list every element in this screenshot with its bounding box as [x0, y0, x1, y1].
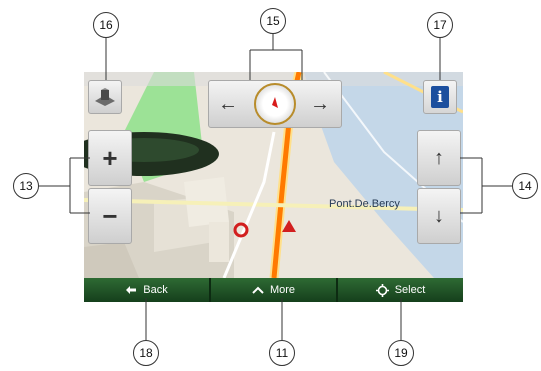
zoom-out-button[interactable]: − [88, 188, 132, 244]
3d-view-icon [95, 88, 115, 106]
callout-17: 17 [427, 12, 453, 38]
chevron-up-icon [252, 286, 264, 294]
rotate-control: ← → [208, 80, 342, 128]
tilt-up-button[interactable]: ↑ [417, 130, 461, 186]
callout-16: 16 [93, 12, 119, 38]
info-icon: i [431, 86, 449, 108]
bottom-bar: Back More Select [84, 278, 463, 302]
crosshair-icon [375, 283, 389, 297]
select-button[interactable]: Select [338, 278, 463, 302]
back-button[interactable]: Back [84, 278, 211, 302]
callout-13: 13 [13, 173, 39, 199]
view-mode-button[interactable] [88, 80, 122, 114]
callout-19: 19 [388, 340, 414, 366]
callout-14: 14 [512, 173, 538, 199]
more-button[interactable]: More [211, 278, 338, 302]
tilt-down-button[interactable]: ↓ [417, 188, 461, 244]
info-button[interactable]: i [423, 80, 457, 114]
zoom-in-button[interactable]: + [88, 130, 132, 186]
map-screen[interactable]: Pont.De.Bercy ← → i + − ↑ ↓ Back More Se… [84, 72, 463, 302]
rotate-right-button[interactable]: → [310, 93, 332, 115]
more-button-label: More [269, 284, 296, 296]
rotate-left-button[interactable]: ← [218, 93, 240, 115]
compass-icon[interactable] [254, 83, 296, 125]
callout-11: 11 [269, 340, 295, 366]
callout-18: 18 [133, 340, 159, 366]
street-label: Pont.De.Bercy [329, 198, 400, 210]
select-button-label: Select [394, 284, 426, 296]
callout-15: 15 [260, 8, 286, 34]
back-arrow-icon [126, 286, 137, 294]
back-button-label: Back [143, 284, 168, 296]
